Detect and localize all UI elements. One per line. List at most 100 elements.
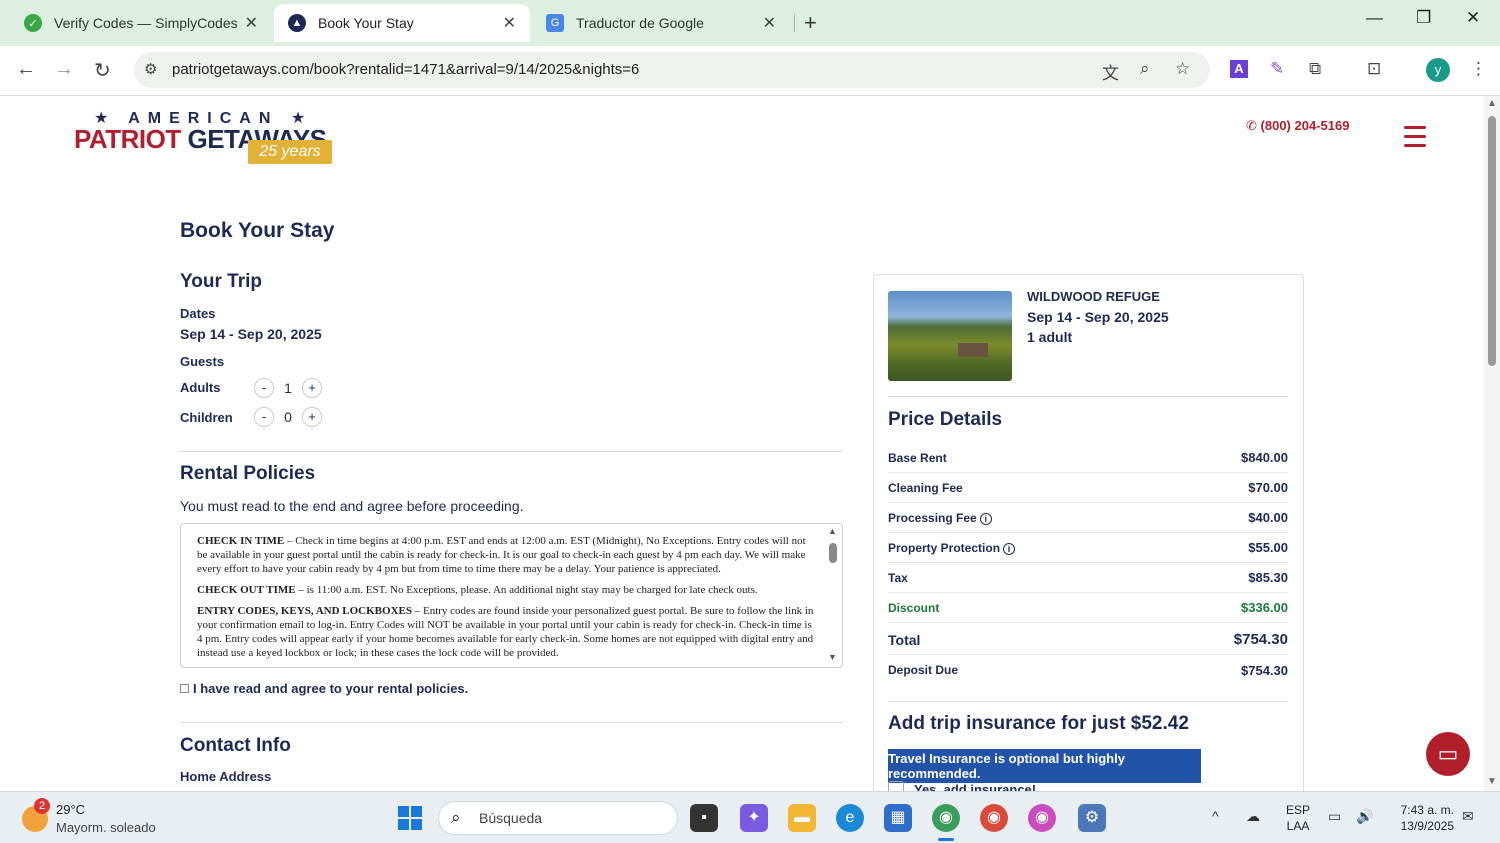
agree-checkbox[interactable] [180, 684, 189, 693]
rental-policies-textbox[interactable]: CHECK IN TIME – Check in time begins at … [180, 523, 843, 668]
app-icon[interactable]: ⚙ [1078, 804, 1106, 832]
menu-dots-icon[interactable]: ⋮ [1470, 59, 1487, 79]
divider [180, 451, 843, 452]
minimize-icon[interactable]: — [1366, 8, 1383, 28]
price-details-heading: Price Details [888, 409, 1003, 430]
phone-icon: ✆ [1246, 118, 1257, 133]
tab-strip: ✓ Verify Codes — SimplyCodes ✕ ▲ Book Yo… [0, 0, 1500, 46]
profile-avatar[interactable]: y [1426, 58, 1450, 82]
tab-book-your-stay[interactable]: ▲ Book Your Stay ✕ [274, 4, 530, 42]
edge-icon[interactable]: e [836, 804, 864, 832]
network-icon[interactable]: ▭ [1328, 808, 1341, 825]
task-view-icon[interactable]: ▪ [690, 804, 718, 832]
policy-text: CHECK IN TIME – Check in time begins at … [197, 535, 814, 659]
price-row-deposit-due: Deposit Due $754.30 [888, 662, 1288, 678]
adults-increment-button[interactable]: + [302, 378, 322, 398]
tab-label: Verify Codes — SimplyCodes [54, 15, 238, 31]
extension-pen-icon[interactable]: ✎ [1270, 59, 1284, 79]
agree-policies-checkbox-row[interactable]: I have read and agree to your rental pol… [180, 681, 468, 696]
patriot-getaways-icon: ▲ [288, 14, 306, 32]
children-decrement-button[interactable]: - [254, 407, 274, 427]
close-window-icon[interactable]: ✕ [1466, 8, 1480, 28]
volume-icon[interactable]: 🔊 [1356, 808, 1373, 825]
tray-chevron-icon[interactable]: ^ [1212, 808, 1219, 824]
divider [180, 722, 843, 723]
children-stepper: - 0 + [254, 407, 322, 427]
price-row-property-protection: Property Protection i $55.00 [888, 533, 1288, 563]
divider [888, 701, 1288, 702]
price-row-discount: Discount $336.00 [888, 593, 1288, 623]
tab-search-icon[interactable]: ⊡ [1367, 59, 1381, 79]
forward-icon[interactable]: → [54, 58, 74, 81]
file-explorer-icon[interactable]: ▬ [788, 804, 816, 832]
zoom-icon[interactable]: ⌕ [1140, 59, 1150, 79]
new-tab-icon[interactable]: + [804, 10, 817, 36]
hamburger-menu-icon[interactable] [1404, 126, 1426, 153]
active-app-indicator [938, 838, 954, 841]
close-tab-icon[interactable]: ✕ [763, 13, 776, 33]
weather-desc: Mayorm. soleado [56, 820, 156, 835]
logo-25-years-badge: 25 years [248, 140, 332, 164]
reload-icon[interactable]: ↻ [94, 58, 111, 83]
children-increment-button[interactable]: + [302, 407, 322, 427]
extension-a-icon[interactable]: A [1230, 60, 1248, 78]
summary-dates: Sep 14 - Sep 20, 2025 [1027, 309, 1169, 325]
adults-value: 1 [284, 380, 292, 396]
onedrive-icon[interactable]: ☁ [1246, 808, 1260, 825]
summary-guests: 1 adult [1027, 329, 1073, 345]
chrome-profile-icon[interactable]: ◉ [980, 804, 1008, 832]
scroll-up-icon[interactable]: ▲ [1487, 98, 1497, 109]
page-title: Book Your Stay [180, 219, 335, 242]
system-clock[interactable]: 7:43 a. m. 13/9/2025 [1390, 802, 1454, 834]
scroll-down-icon[interactable]: ▼ [1487, 776, 1497, 787]
rental-policies-heading: Rental Policies [180, 463, 316, 484]
address-bar[interactable]: ⚙ patriotgetaways.com/book?rentalid=1471… [134, 52, 1210, 88]
language-indicator[interactable]: ESP LAA [1286, 802, 1310, 834]
back-icon[interactable]: ← [16, 58, 36, 81]
site-header: ★ AMERICAN ★ PATRIOT GETAWAYS 25 years ✆… [0, 96, 1484, 181]
trip-insurance-note: Travel Insurance is optional but highly … [888, 749, 1201, 783]
home-address-label: Home Address [180, 769, 272, 784]
windows-taskbar: 2 29°C Mayorm. soleado ⌕ Búsqueda ▪ ✦ ▬ … [0, 791, 1500, 843]
extensions-puzzle-icon[interactable]: ⧉ [1309, 59, 1321, 79]
phone-link[interactable]: ✆ (800) 204-5169 [1246, 118, 1349, 134]
translate-icon[interactable]: 文 [1102, 59, 1119, 84]
page-scrollbar[interactable]: ▲ ▼ [1484, 96, 1500, 791]
price-row-tax: Tax $85.30 [888, 563, 1288, 593]
guests-label: Guests [180, 354, 225, 369]
bookmark-star-icon[interactable]: ☆ [1175, 59, 1190, 79]
simplycodes-icon: ✓ [24, 14, 42, 32]
policy-scrollbar[interactable]: ▲ ▼ [826, 526, 840, 666]
price-row-cleaning-fee: Cleaning Fee $70.00 [888, 473, 1288, 503]
copilot-icon[interactable]: ✦ [740, 804, 768, 832]
store-icon[interactable]: ▦ [884, 804, 912, 832]
chrome-profile-icon[interactable]: ◉ [1028, 804, 1056, 832]
windows-start-icon[interactable] [398, 806, 422, 830]
restore-icon[interactable]: ❐ [1416, 8, 1431, 28]
price-row-total: Total $754.30 [888, 625, 1288, 655]
tab-separator [794, 14, 795, 32]
scroll-up-icon[interactable]: ▲ [828, 526, 837, 536]
children-label: Children [180, 410, 233, 425]
scroll-down-icon[interactable]: ▼ [828, 652, 837, 662]
your-trip-heading: Your Trip [180, 271, 262, 292]
google-translate-icon: G [546, 14, 564, 32]
url-text[interactable]: patriotgetaways.com/book?rentalid=1471&a… [172, 61, 639, 78]
chrome-icon[interactable]: ◉ [932, 804, 960, 832]
site-info-icon[interactable]: ⚙ [144, 60, 157, 78]
scroll-thumb[interactable] [1488, 116, 1496, 366]
chat-icon[interactable]: ▭ [1426, 732, 1470, 776]
dates-value: Sep 14 - Sep 20, 2025 [180, 326, 322, 342]
price-row-processing-fee: Processing Fee i $40.00 [888, 503, 1288, 533]
adults-decrement-button[interactable]: - [254, 378, 274, 398]
taskbar-search[interactable]: ⌕ Búsqueda [438, 801, 678, 835]
weather-badge: 2 [34, 798, 50, 814]
tab-google-translate[interactable]: G Traductor de Google ✕ [532, 4, 790, 42]
tab-simplycodes[interactable]: ✓ Verify Codes — SimplyCodes ✕ [10, 4, 272, 42]
notifications-icon[interactable]: ✉ [1462, 808, 1474, 825]
policy-scroll-thumb[interactable] [829, 543, 837, 563]
info-icon[interactable]: i [979, 512, 992, 525]
close-tab-icon[interactable]: ✕ [245, 13, 258, 33]
close-tab-icon[interactable]: ✕ [503, 13, 516, 33]
info-icon[interactable]: i [1003, 542, 1016, 555]
